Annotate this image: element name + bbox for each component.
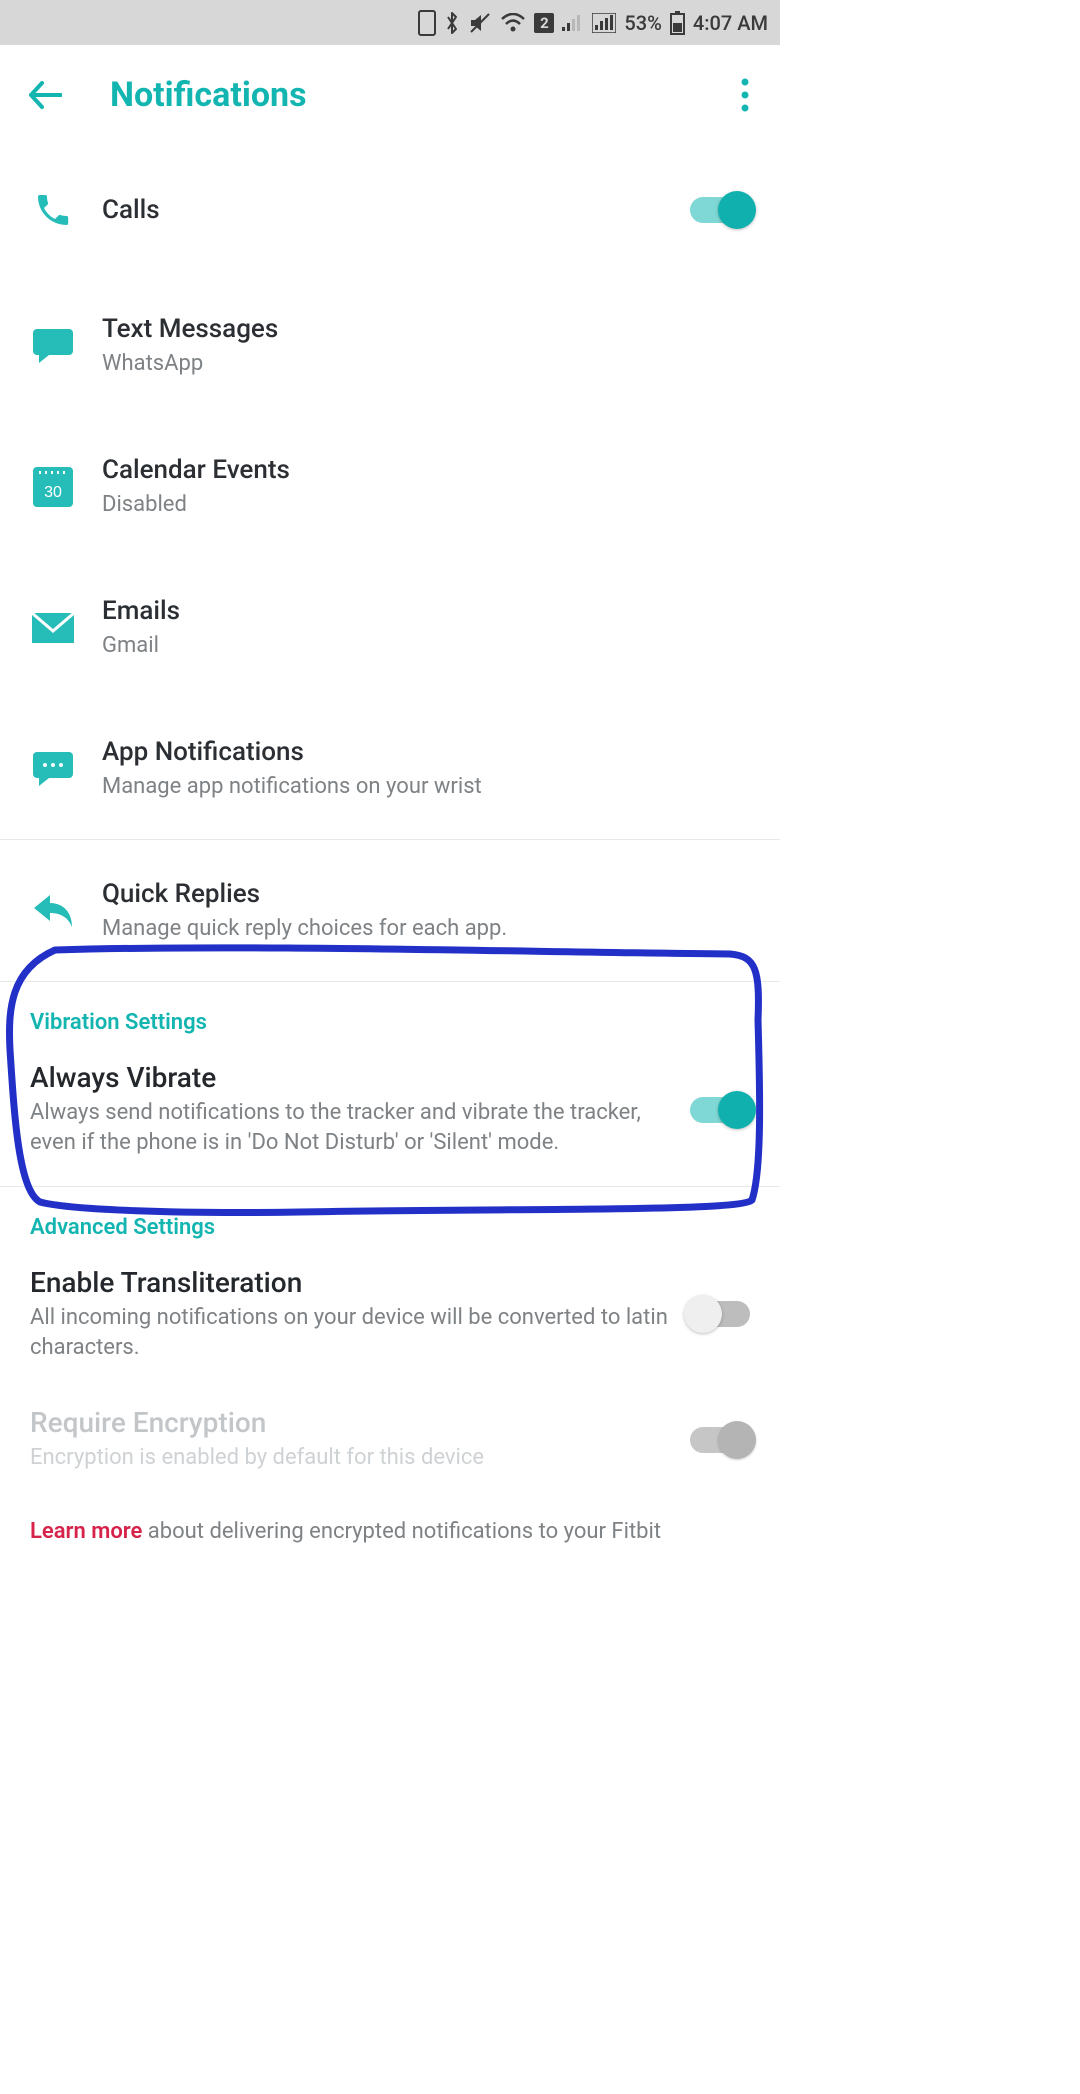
app-bar: Notifications <box>0 45 780 145</box>
clock-text: 4:07 AM <box>693 11 768 35</box>
mail-icon <box>30 613 76 643</box>
setting-desc: Encryption is enabled by default for thi… <box>30 1443 670 1473</box>
battery-text: 53% <box>624 11 661 35</box>
setting-desc: Always send notifications to the tracker… <box>30 1098 670 1157</box>
learn-more-row: Learn more about delivering encrypted no… <box>0 1501 780 1550</box>
learn-more-text: about delivering encrypted notifications… <box>142 1519 661 1544</box>
reply-icon <box>30 893 76 929</box>
always-vibrate-toggle[interactable] <box>690 1097 750 1123</box>
chat-icon <box>30 329 76 363</box>
sim-badge: 2 <box>534 13 554 33</box>
item-calls[interactable]: Calls <box>0 145 780 275</box>
section-header-vibration: Vibration Settings <box>0 982 780 1045</box>
phone-icon <box>30 190 76 230</box>
encryption-toggle <box>690 1427 750 1453</box>
page-title: Notifications <box>110 75 730 115</box>
battery-icon <box>670 11 685 35</box>
item-subtitle: Manage app notifications on your wrist <box>102 773 750 802</box>
learn-more-link[interactable]: Learn more <box>30 1519 142 1544</box>
app-chat-icon <box>30 752 76 786</box>
back-button[interactable] <box>20 81 70 109</box>
item-calendar[interactable]: 30 Calendar Events Disabled <box>0 416 780 557</box>
svg-text:30: 30 <box>44 484 62 501</box>
mute-icon <box>468 12 492 34</box>
transliteration-toggle[interactable] <box>690 1301 750 1327</box>
item-title: Emails <box>102 595 750 628</box>
bluetooth-icon <box>444 11 460 35</box>
setting-always-vibrate[interactable]: Always Vibrate Always send notifications… <box>0 1045 780 1185</box>
item-subtitle: WhatsApp <box>102 350 750 379</box>
item-text-messages[interactable]: Text Messages WhatsApp <box>0 275 780 416</box>
setting-title: Enable Transliteration <box>30 1266 670 1299</box>
item-title: Calls <box>102 194 664 227</box>
item-title: Quick Replies <box>102 878 750 911</box>
calls-toggle[interactable] <box>690 197 750 223</box>
signal-1-icon <box>562 13 584 33</box>
phone-outline-icon <box>418 10 436 36</box>
setting-require-encryption: Require Encryption Encryption is enabled… <box>0 1390 780 1501</box>
item-title: Text Messages <box>102 313 750 346</box>
status-bar: 2 53% 4:07 AM <box>0 0 780 45</box>
item-quick-replies[interactable]: Quick Replies Manage quick reply choices… <box>0 840 780 981</box>
item-subtitle: Disabled <box>102 491 750 520</box>
overflow-menu-button[interactable] <box>730 78 760 112</box>
item-emails[interactable]: Emails Gmail <box>0 557 780 698</box>
setting-title: Always Vibrate <box>30 1061 670 1094</box>
item-app-notifications[interactable]: App Notifications Manage app notificatio… <box>0 698 780 839</box>
item-title: App Notifications <box>102 736 750 769</box>
item-subtitle: Manage quick reply choices for each app. <box>102 915 750 944</box>
wifi-icon <box>500 13 526 33</box>
section-header-advanced: Advanced Settings <box>0 1187 780 1250</box>
setting-desc: All incoming notifications on your devic… <box>30 1303 670 1362</box>
item-subtitle: Gmail <box>102 632 750 661</box>
signal-2-icon <box>592 13 616 33</box>
item-title: Calendar Events <box>102 454 750 487</box>
calendar-icon: 30 <box>30 467 76 507</box>
setting-title: Require Encryption <box>30 1406 670 1439</box>
setting-transliteration[interactable]: Enable Transliteration All incoming noti… <box>0 1250 780 1390</box>
